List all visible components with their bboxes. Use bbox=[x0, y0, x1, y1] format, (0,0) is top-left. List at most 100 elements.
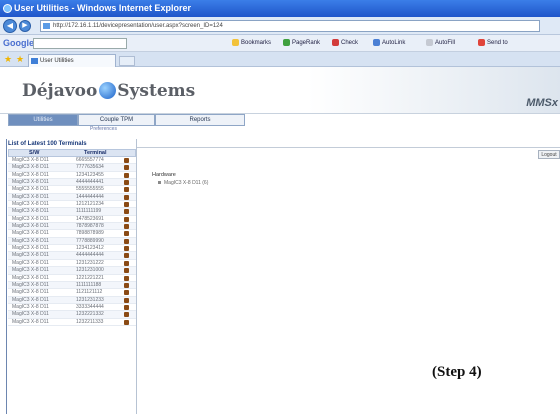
row-action-icon[interactable] bbox=[124, 290, 129, 296]
table-row[interactable]: MagIC3 X-8 D11 1444444444 bbox=[8, 193, 136, 202]
row-action-icon[interactable] bbox=[124, 260, 129, 266]
expand-icon[interactable] bbox=[158, 181, 161, 185]
col-header-sw[interactable]: S/W bbox=[29, 150, 39, 157]
row-terminal[interactable]: 1221221221 bbox=[76, 275, 104, 282]
url-input[interactable]: http://172.16.1.11/devicepresentation/us… bbox=[40, 20, 540, 32]
row-terminal[interactable]: 4444444441 bbox=[76, 179, 104, 186]
table-row[interactable]: MagIC3 X-8 D11 1111111188 bbox=[8, 281, 136, 290]
toolbar-check[interactable]: Check bbox=[332, 39, 358, 46]
table-row[interactable]: MagIC3 X-8 D11 1478523691 bbox=[8, 216, 136, 224]
row-action-icon[interactable] bbox=[124, 312, 129, 318]
row-action-icon[interactable] bbox=[124, 282, 129, 288]
tab-couple-tpm[interactable]: Couple TPM bbox=[78, 114, 155, 126]
row-terminal[interactable]: 1234123455 bbox=[76, 172, 104, 179]
row-action-icon[interactable] bbox=[124, 297, 129, 303]
row-terminal[interactable]: 1231231000 bbox=[76, 267, 104, 274]
row-sw: MagIC3 X-8 D11 bbox=[12, 296, 49, 303]
tab-reports[interactable]: Reports bbox=[155, 114, 245, 126]
table-row[interactable]: MagIC3 X-8 D11 1231231000 bbox=[8, 267, 136, 275]
table-row[interactable]: MagIC3 X-8 D11 7898878989 bbox=[8, 230, 136, 238]
row-terminal[interactable]: 3333344444 bbox=[76, 304, 104, 311]
table-row[interactable]: MagIC3 X-8 D11 1111111199 bbox=[8, 208, 136, 216]
row-terminal[interactable]: 7778889990 bbox=[76, 238, 104, 245]
row-terminal[interactable]: 5555555555 bbox=[76, 186, 104, 193]
row-terminal[interactable]: 1234123412 bbox=[76, 245, 104, 252]
logout-button[interactable]: Logout bbox=[538, 150, 560, 159]
table-row[interactable]: MagIC3 X-8 D11 1234123455 bbox=[8, 172, 136, 180]
tab-utilities[interactable]: Utilities bbox=[8, 114, 78, 126]
row-action-icon[interactable] bbox=[124, 268, 129, 274]
row-action-icon[interactable] bbox=[124, 238, 129, 244]
row-terminal[interactable]: 1232221332 bbox=[76, 311, 104, 318]
new-tab-button[interactable] bbox=[119, 56, 135, 66]
table-row[interactable]: MagIC3 X-8 D11 1232221332 bbox=[8, 311, 136, 319]
col-header-terminal[interactable]: Terminal bbox=[84, 150, 107, 157]
row-action-icon[interactable] bbox=[124, 187, 129, 193]
address-bar: ◀ ▶ http://172.16.1.11/devicepresentatio… bbox=[0, 17, 560, 35]
favorites-star-icon[interactable]: ★ bbox=[4, 54, 12, 65]
row-terminal[interactable]: 1111111199 bbox=[76, 208, 101, 215]
row-terminal[interactable]: 1478523691 bbox=[76, 216, 104, 223]
row-terminal[interactable]: 6665557774 bbox=[76, 157, 104, 164]
table-row[interactable]: MagIC3 X-8 D11 5555555555 bbox=[8, 186, 136, 194]
row-sw: MagIC3 X-8 D11 bbox=[12, 208, 49, 215]
terminals-sidebar: List of Latest 100 Terminals S/W Termina… bbox=[8, 139, 136, 414]
row-action-icon[interactable] bbox=[124, 209, 129, 215]
pagerank-icon bbox=[283, 39, 290, 46]
preferences-link[interactable]: Preferences bbox=[90, 126, 117, 132]
row-terminal[interactable]: 7878987878 bbox=[76, 223, 104, 230]
table-row[interactable]: MagIC3 X-8 D11 7777635634 bbox=[8, 164, 136, 172]
table-row[interactable]: MagIC3 X-8 D11 1231231233 bbox=[8, 296, 136, 304]
row-terminal[interactable]: 1444444444 bbox=[76, 194, 104, 201]
table-row[interactable]: MagIC3 X-8 D11 1231231222 bbox=[8, 260, 136, 268]
toolbar-bookmarks[interactable]: Bookmarks bbox=[232, 39, 271, 46]
product-name: MMSx bbox=[526, 97, 558, 109]
row-action-icon[interactable] bbox=[124, 231, 129, 237]
row-terminal[interactable]: 1121121112 bbox=[76, 289, 102, 296]
table-row[interactable]: MagIC3 X-8 D11 3333344444 bbox=[8, 304, 136, 312]
browser-tab-user-utilities[interactable]: User Utilities bbox=[28, 54, 116, 67]
page-icon bbox=[43, 23, 50, 29]
row-action-icon[interactable] bbox=[124, 165, 129, 171]
forward-arrow-icon[interactable]: ▶ bbox=[19, 20, 31, 32]
table-row[interactable]: MagIC3 X-8 D11 4444444444 bbox=[8, 252, 136, 260]
table-row[interactable]: MagIC3 X-8 D11 1221221221 bbox=[8, 275, 136, 282]
row-action-icon[interactable] bbox=[124, 253, 129, 259]
add-favorites-icon[interactable]: ★ bbox=[16, 54, 24, 65]
row-sw: MagIC3 X-8 D11 bbox=[12, 201, 49, 208]
table-row[interactable]: MagIC3 X-8 D11 6665557774 bbox=[8, 157, 136, 165]
row-terminal[interactable]: 1231231233 bbox=[76, 297, 104, 304]
toolbar-autofill[interactable]: AutoFill bbox=[426, 39, 455, 46]
hardware-tree-item[interactable]: MagIC3 X-8 D11 (6) bbox=[158, 180, 208, 186]
row-action-icon[interactable] bbox=[124, 202, 129, 208]
google-search-input[interactable] bbox=[33, 38, 127, 49]
table-row[interactable]: MagIC3 X-8 D11 7778889990 bbox=[8, 237, 136, 246]
row-action-icon[interactable] bbox=[124, 224, 129, 230]
row-terminal[interactable]: 1232211333 bbox=[76, 319, 103, 326]
back-arrow-icon[interactable]: ◀ bbox=[3, 19, 17, 33]
row-action-icon[interactable] bbox=[124, 304, 129, 310]
row-action-icon[interactable] bbox=[124, 275, 129, 281]
row-terminal[interactable]: 1111111188 bbox=[76, 282, 101, 289]
table-row[interactable]: MagIC3 X-8 D11 4444444441 bbox=[8, 179, 136, 187]
row-terminal[interactable]: 1212121234 bbox=[76, 201, 104, 208]
row-action-icon[interactable] bbox=[124, 194, 129, 200]
row-terminal[interactable]: 4444444444 bbox=[76, 252, 104, 259]
table-row[interactable]: MagIC3 X-8 D11 1212121234 bbox=[8, 201, 136, 209]
row-action-icon[interactable] bbox=[124, 172, 129, 178]
row-action-icon[interactable] bbox=[124, 180, 129, 186]
table-row[interactable]: MagIC3 X-8 D11 1121121112 bbox=[8, 289, 136, 297]
table-row[interactable]: MagIC3 X-8 D11 1232211333 bbox=[8, 319, 136, 326]
row-action-icon[interactable] bbox=[124, 319, 129, 325]
table-row[interactable]: MagIC3 X-8 D11 1234123412 bbox=[8, 245, 136, 253]
toolbar-pagerank[interactable]: PageRank bbox=[283, 39, 320, 46]
toolbar-autolink[interactable]: AutoLink bbox=[373, 39, 405, 46]
table-row[interactable]: MagIC3 X-8 D11 7878987878 bbox=[8, 223, 136, 231]
row-action-icon[interactable] bbox=[124, 216, 129, 222]
row-terminal[interactable]: 7898878989 bbox=[76, 230, 104, 237]
row-action-icon[interactable] bbox=[124, 158, 129, 163]
row-action-icon[interactable] bbox=[124, 246, 129, 252]
row-terminal[interactable]: 7777635634 bbox=[76, 164, 104, 171]
toolbar-send-to[interactable]: Send to bbox=[478, 39, 508, 46]
row-terminal[interactable]: 1231231222 bbox=[76, 260, 104, 267]
